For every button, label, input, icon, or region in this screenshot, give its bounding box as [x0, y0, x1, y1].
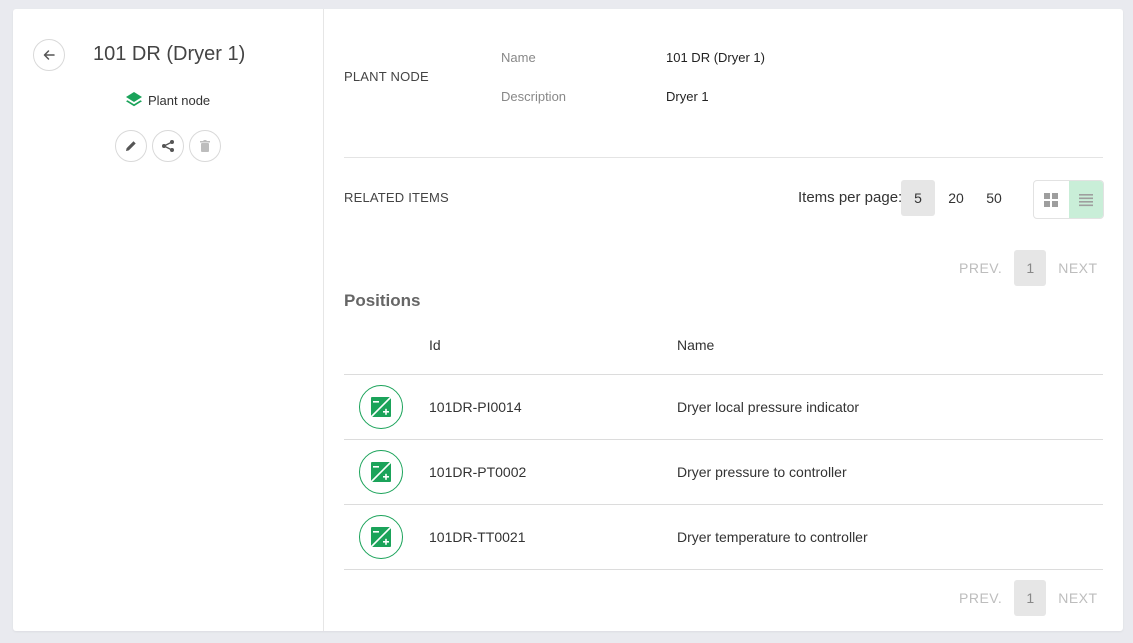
next-button[interactable]: NEXT: [1058, 260, 1097, 276]
items-per-page-5[interactable]: 5: [901, 180, 935, 216]
node-type-label: Plant node: [148, 92, 211, 108]
main-content: PLANT NODE Name 101 DR (Dryer 1) Descrip…: [344, 9, 1104, 631]
position-name: Dryer temperature to controller: [677, 529, 868, 545]
position-name: Dryer pressure to controller: [677, 464, 847, 480]
position-icon[interactable]: [359, 515, 403, 559]
table-bottom-border: [344, 569, 1103, 570]
list-view-button[interactable]: [1068, 181, 1103, 218]
items-per-page-label: Items per page:: [798, 189, 903, 206]
description-field-value: Dryer 1: [666, 89, 709, 104]
position-name: Dryer local pressure indicator: [677, 399, 860, 415]
table-row[interactable]: 101DR-PT0002 Dryer pressure to controlle…: [344, 439, 1103, 504]
name-field-label: Name: [501, 50, 536, 65]
layers-icon: [126, 92, 142, 107]
share-icon: [162, 140, 174, 152]
pencil-icon: [126, 141, 136, 151]
delete-button[interactable]: [189, 130, 221, 162]
bottom-pagination: PREV. 1 NEXT: [959, 580, 1098, 616]
related-items-label: RELATED ITEMS: [344, 190, 449, 205]
top-pagination: PREV. 1 NEXT: [959, 250, 1098, 286]
position-id: 101DR-TT0021: [429, 529, 526, 545]
detail-card: 101 DR (Dryer 1) Plant node PLANT NODE N…: [13, 9, 1123, 631]
next-button[interactable]: NEXT: [1058, 590, 1097, 606]
table-row[interactable]: 101DR-PI0014 Dryer local pressure indica…: [344, 374, 1103, 439]
left-panel: 101 DR (Dryer 1) Plant node: [13, 9, 324, 631]
page-title: 101 DR (Dryer 1): [93, 43, 246, 65]
plant-node-section-label: PLANT NODE: [344, 69, 429, 84]
trash-icon: [200, 140, 210, 152]
items-per-page-20[interactable]: 20: [939, 180, 973, 216]
share-button[interactable]: [152, 130, 184, 162]
positions-heading: Positions: [344, 291, 421, 310]
view-toggle: [1033, 180, 1104, 219]
grid-view-button[interactable]: [1034, 181, 1069, 218]
page-1-button[interactable]: 1: [1014, 250, 1047, 286]
position-id: 101DR-PI0014: [429, 399, 522, 415]
page-1-button[interactable]: 1: [1014, 580, 1047, 616]
arrow-left-icon: [43, 50, 55, 60]
edit-button[interactable]: [115, 130, 147, 162]
description-field-label: Description: [501, 89, 567, 104]
grid-icon: [1044, 192, 1059, 207]
position-icon[interactable]: [359, 385, 403, 429]
action-buttons: [115, 130, 221, 162]
back-button[interactable]: [33, 39, 65, 71]
position-id: 101DR-PT0002: [429, 464, 527, 480]
node-type-badge: Plant node: [125, 91, 210, 109]
table-row[interactable]: 101DR-TT0021 Dryer temperature to contro…: [344, 504, 1103, 569]
section-divider: [344, 157, 1103, 158]
list-icon: [1078, 193, 1093, 206]
position-icon[interactable]: [359, 450, 403, 494]
column-header-name: Name: [677, 337, 715, 353]
prev-button[interactable]: PREV.: [959, 260, 1002, 276]
column-header-id: Id: [429, 337, 441, 353]
items-per-page-50[interactable]: 50: [977, 180, 1011, 216]
name-field-value: 101 DR (Dryer 1): [666, 50, 765, 65]
prev-button[interactable]: PREV.: [959, 590, 1002, 606]
